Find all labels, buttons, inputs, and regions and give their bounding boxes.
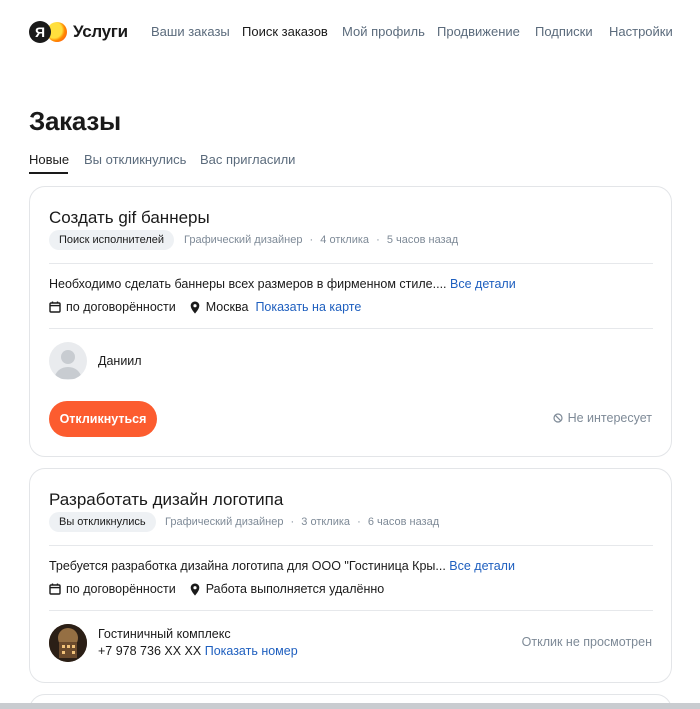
divider [49, 545, 653, 546]
order-location: Москва [205, 300, 249, 314]
order-title[interactable]: Разработать дизайн логотипа [49, 490, 283, 510]
default-user-icon [54, 350, 82, 379]
order-category: Графический дизайнер [184, 234, 303, 246]
nav-your-orders[interactable]: Ваши заказы [151, 24, 230, 42]
logo-text: Услуги [73, 22, 128, 41]
nav-promotion[interactable]: Продвижение [437, 24, 520, 42]
order-info-row: по договорённости Москва Показать на кар… [49, 298, 361, 316]
order-meta: Графический дизайнер · 3 отклика · 6 час… [165, 516, 440, 528]
active-tab-indicator [29, 172, 68, 174]
horizontal-scrollbar[interactable] [0, 703, 700, 709]
hotel-photo-icon [49, 624, 87, 662]
tab-new[interactable]: Новые [29, 152, 69, 167]
order-card: Разработать дизайн логотипа Вы откликнул… [29, 468, 672, 683]
order-time: 6 часов назад [367, 516, 440, 528]
avatar [49, 342, 87, 380]
order-meta: Графический дизайнер · 4 отклика · 5 час… [184, 234, 459, 246]
order-description-row: Требуется разработка дизайна логотипа дл… [49, 559, 515, 573]
order-card: Создать gif баннеры Поиск исполнителей Г… [29, 186, 672, 457]
order-price: по договорённости [66, 300, 176, 314]
show-phone-link[interactable]: Показать номер [205, 644, 298, 658]
client-name[interactable]: Гостиничный комплекс [98, 627, 231, 641]
yandex-logo-icon: Я [29, 21, 51, 43]
ban-icon [552, 413, 563, 423]
nav-my-profile[interactable]: Мой профиль [342, 24, 425, 42]
order-description: Требуется разработка дизайна логотипа дл… [49, 559, 446, 573]
tab-invited[interactable]: Вас пригласили [200, 152, 295, 167]
tab-responded[interactable]: Вы откликнулись [84, 152, 186, 167]
header: Я Услуги Ваши заказы Поиск заказов Мой п… [0, 0, 700, 64]
order-responses: 4 отклика [320, 234, 370, 246]
respond-button[interactable]: Откликнуться [49, 401, 157, 437]
status-badge: Вы откликнулись [49, 512, 156, 532]
avatar [49, 624, 87, 662]
order-time: 5 часов назад [386, 234, 459, 246]
location-pin-icon [190, 583, 200, 595]
order-responses: 3 отклика [301, 516, 351, 528]
show-on-map-link[interactable]: Показать на карте [255, 300, 361, 314]
order-title[interactable]: Создать gif баннеры [49, 208, 210, 228]
client-phone-row: +7 978 736 XX XX Показать номер [98, 644, 298, 658]
order-description-row: Необходимо сделать баннеры всех размеров… [49, 277, 516, 291]
divider [49, 263, 653, 264]
client-name[interactable]: Даниил [98, 354, 142, 368]
calendar-icon [49, 301, 61, 313]
order-description: Необходимо сделать баннеры всех размеров… [49, 277, 447, 291]
nav-subscriptions[interactable]: Подписки [535, 24, 593, 42]
all-details-link[interactable]: Все детали [450, 277, 516, 291]
nav-order-search[interactable]: Поиск заказов [242, 24, 328, 42]
location-pin-icon [190, 301, 200, 313]
all-details-link[interactable]: Все детали [449, 559, 515, 573]
response-status: Отклик не просмотрен [521, 635, 652, 649]
order-category: Графический дизайнер [165, 516, 284, 528]
logo[interactable]: Я Услуги [29, 20, 128, 44]
order-price: по договорённости [66, 582, 176, 596]
not-interested-label: Не интересует [567, 411, 652, 425]
divider [49, 328, 653, 329]
order-info-row: по договорённости Работа выполняется уда… [49, 580, 384, 598]
order-location: Работа выполняется удалённо [205, 582, 385, 596]
not-interested-button[interactable]: Не интересует [552, 411, 652, 425]
nav-settings[interactable]: Настройки [609, 24, 673, 42]
calendar-icon [49, 583, 61, 595]
status-badge: Поиск исполнителей [49, 230, 174, 250]
divider [49, 610, 653, 611]
page-title: Заказы [29, 106, 121, 136]
client-phone: +7 978 736 XX XX [98, 644, 202, 658]
